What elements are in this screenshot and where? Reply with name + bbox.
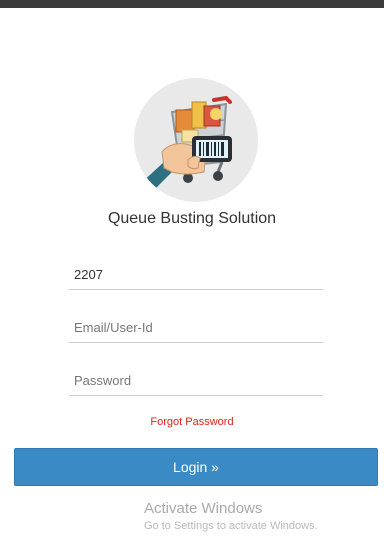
top-bar [0,0,384,8]
password-input[interactable] [69,366,323,396]
app-logo [134,78,258,202]
email-user-id-input[interactable] [69,313,323,343]
app-title: Queue Busting Solution [107,210,277,227]
activate-windows-title: Activate Windows [144,500,263,517]
activate-windows-subtitle: Go to Settings to activate Windows. [144,520,318,532]
forgot-password-link[interactable]: Forgot Password [0,416,384,428]
store-code-input[interactable] [69,260,323,290]
login-button[interactable]: Login » [14,448,378,486]
cart-phone-barcode-icon [140,95,232,194]
